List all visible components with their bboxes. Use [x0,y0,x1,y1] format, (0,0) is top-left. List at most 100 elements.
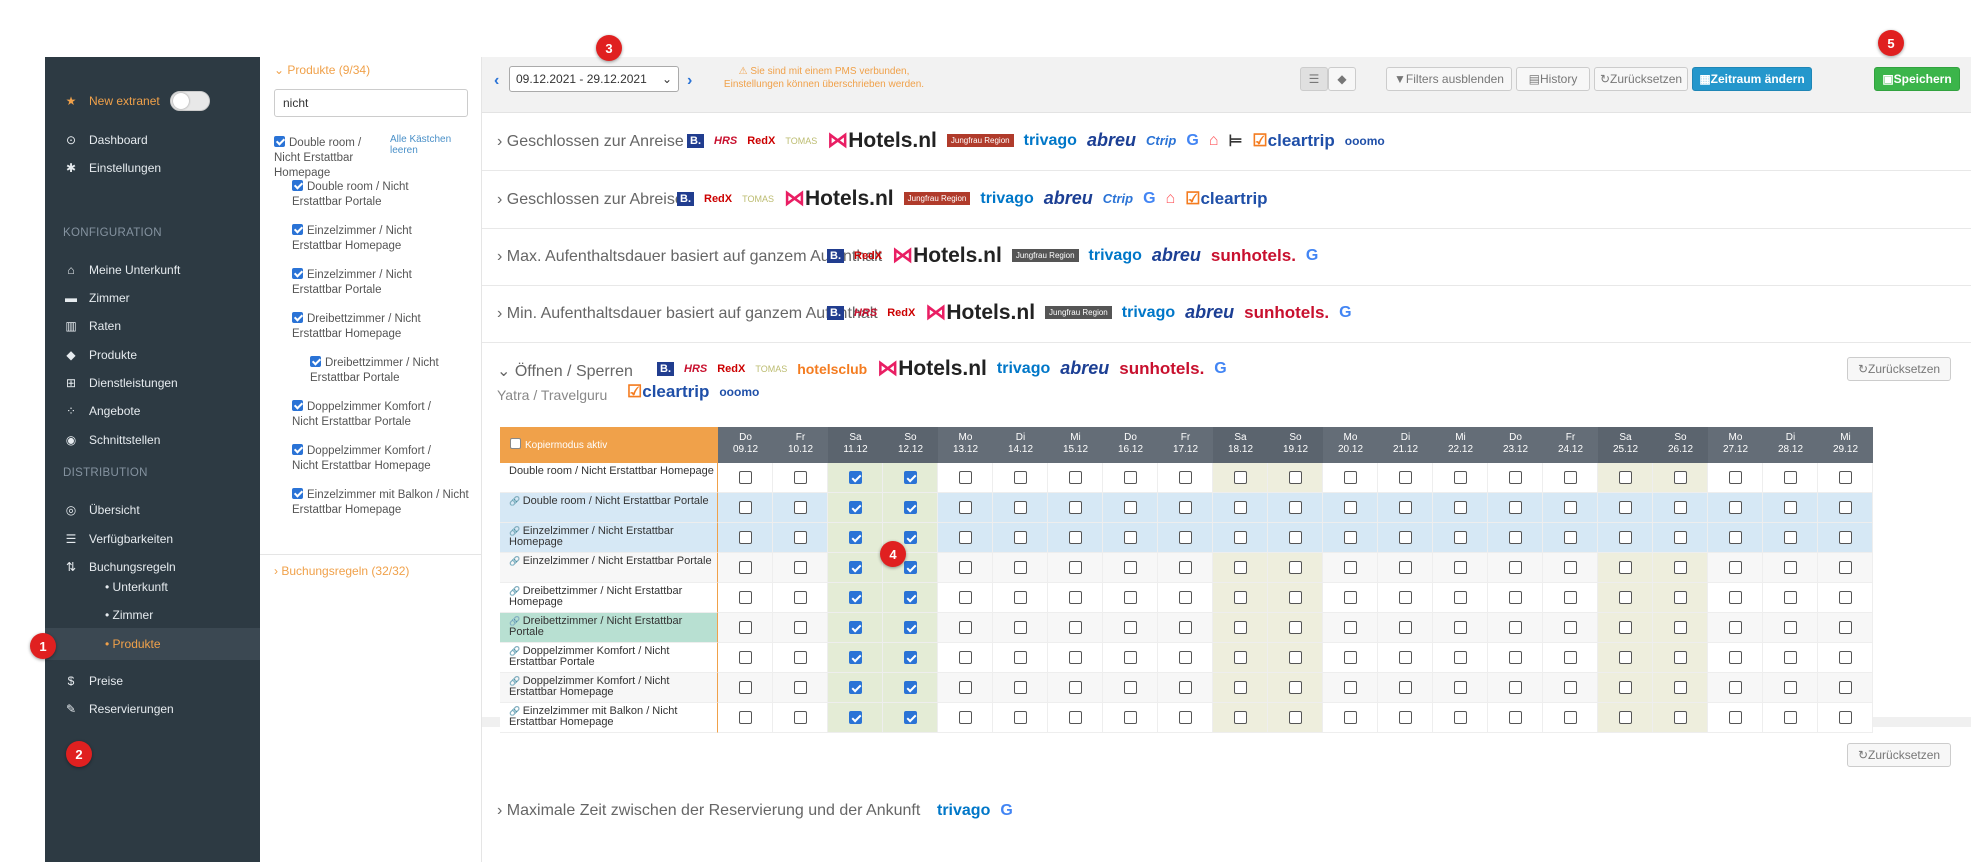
checkbox-checked[interactable] [292,312,303,323]
day-checkbox[interactable] [1343,681,1357,694]
day-checkbox[interactable] [1398,531,1412,544]
day-checkbox[interactable] [1343,591,1357,604]
checkbox-checked[interactable] [292,224,303,235]
day-checkbox[interactable] [1728,711,1742,724]
day-checkbox[interactable] [1013,681,1027,694]
day-checkbox[interactable] [903,681,917,694]
day-checkbox[interactable] [1618,531,1632,544]
day-checkbox[interactable] [1233,711,1247,724]
checkbox-checked[interactable] [292,268,303,279]
day-checkbox[interactable] [1453,681,1467,694]
day-checkbox[interactable] [1013,591,1027,604]
day-checkbox[interactable] [1838,621,1852,634]
day-checkbox[interactable] [738,501,752,514]
day-checkbox[interactable] [738,681,752,694]
day-checkbox[interactable] [958,681,972,694]
day-checkbox[interactable] [1673,651,1687,664]
copy-mode-checkbox[interactable] [510,438,521,449]
day-checkbox[interactable] [903,471,917,484]
day-checkbox[interactable] [1178,471,1192,484]
day-checkbox[interactable] [1178,621,1192,634]
day-checkbox[interactable] [1728,501,1742,514]
day-checkbox[interactable] [1178,681,1192,694]
reset-button[interactable]: ↻ Zurücksetzen [1594,67,1688,91]
day-checkbox[interactable] [848,711,862,724]
sidebar-item-reservierungen[interactable]: ✎ Reservierungen [45,693,260,725]
sidebar-subitem-zimmer[interactable]: • Zimmer [105,608,153,622]
day-checkbox[interactable] [1288,561,1302,574]
day-checkbox[interactable] [1838,711,1852,724]
product-checkbox-item[interactable]: Einzelzimmer mit Balkon / Nicht Erstattb… [292,488,472,518]
day-checkbox[interactable] [1178,591,1192,604]
day-checkbox[interactable] [1398,561,1412,574]
day-checkbox[interactable] [1838,591,1852,604]
day-checkbox[interactable] [1838,681,1852,694]
day-checkbox[interactable] [1673,621,1687,634]
day-checkbox[interactable] [1398,711,1412,724]
day-checkbox[interactable] [1068,681,1082,694]
day-checkbox[interactable] [1508,471,1522,484]
checkbox-checked[interactable] [292,488,303,499]
product-checkbox-item[interactable]: Dreibettzimmer / Nicht Erstattbar Homepa… [292,312,452,342]
day-checkbox[interactable] [1178,531,1192,544]
day-checkbox[interactable] [1783,681,1797,694]
day-checkbox[interactable] [1178,561,1192,574]
new-extranet-switch[interactable] [169,91,210,111]
day-checkbox[interactable] [738,531,752,544]
day-checkbox[interactable] [903,561,917,574]
day-checkbox[interactable] [1123,681,1137,694]
day-checkbox[interactable] [1068,501,1082,514]
day-checkbox[interactable] [958,471,972,484]
day-checkbox[interactable] [1343,531,1357,544]
day-checkbox[interactable] [1233,471,1247,484]
day-checkbox[interactable] [1563,651,1577,664]
day-checkbox[interactable] [958,531,972,544]
day-checkbox[interactable] [1508,651,1522,664]
day-checkbox[interactable] [1838,531,1852,544]
day-checkbox[interactable] [1508,621,1522,634]
day-checkbox[interactable] [793,531,807,544]
day-checkbox[interactable] [903,531,917,544]
day-checkbox[interactable] [1123,621,1137,634]
day-checkbox[interactable] [793,561,807,574]
day-checkbox[interactable] [1343,471,1357,484]
day-checkbox[interactable] [1783,561,1797,574]
day-checkbox[interactable] [793,651,807,664]
product-checkbox-item[interactable]: Double room / Nicht Erstattbar Portale [292,180,452,210]
sidebar-item-buchungsregeln[interactable]: ⇅ Buchungsregeln [45,551,260,583]
day-checkbox[interactable] [738,471,752,484]
day-checkbox[interactable] [738,591,752,604]
day-checkbox[interactable] [958,591,972,604]
day-checkbox[interactable] [1453,621,1467,634]
save-button[interactable]: ▣ Speichern [1874,67,1960,91]
day-checkbox[interactable] [1288,621,1302,634]
day-checkbox[interactable] [1233,681,1247,694]
day-checkbox[interactable] [1288,531,1302,544]
clear-all-link[interactable]: Alle Kästchen leeren [390,134,481,156]
day-checkbox[interactable] [1563,711,1577,724]
checkbox-checked[interactable] [292,180,303,191]
day-checkbox[interactable] [1178,501,1192,514]
day-checkbox[interactable] [1563,501,1577,514]
day-checkbox[interactable] [1618,651,1632,664]
copy-mode-header[interactable]: Kopiermodus aktiv [500,427,718,463]
day-checkbox[interactable] [1508,531,1522,544]
day-checkbox[interactable] [738,651,752,664]
day-checkbox[interactable] [958,651,972,664]
sidebar-subitem-produkte[interactable]: • Produkte [105,637,161,651]
day-checkbox[interactable] [1618,591,1632,604]
next-period-icon[interactable]: › [687,72,692,90]
day-checkbox[interactable] [1288,501,1302,514]
day-checkbox[interactable] [1068,621,1082,634]
day-checkbox[interactable] [848,651,862,664]
row-reset-button[interactable]: ↻ Zurücksetzen [1847,357,1951,381]
day-checkbox[interactable] [1068,531,1082,544]
day-checkbox[interactable] [1288,681,1302,694]
day-checkbox[interactable] [1288,651,1302,664]
day-checkbox[interactable] [903,651,917,664]
day-checkbox[interactable] [1783,621,1797,634]
booking-rules-filter[interactable]: › Buchungsregeln (32/32) [274,564,409,578]
day-checkbox[interactable] [1673,561,1687,574]
day-checkbox[interactable] [848,471,862,484]
product-checkbox-item[interactable]: Einzelzimmer / Nicht Erstattbar Homepage [292,224,452,254]
